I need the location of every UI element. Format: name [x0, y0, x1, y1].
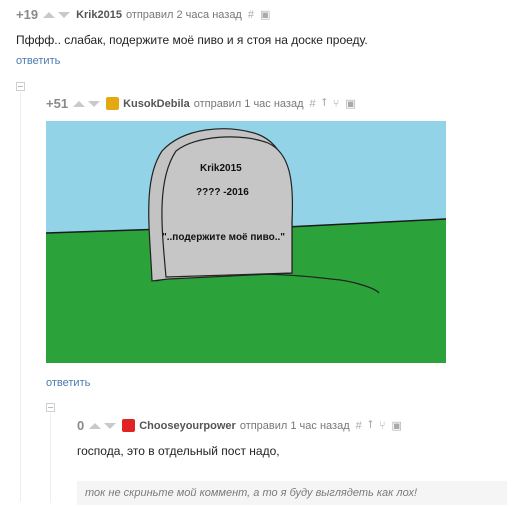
- comment-header: 0 Chooseyourpower отправил 1 час назад #…: [77, 418, 402, 433]
- save-icon[interactable]: ▣: [260, 8, 270, 21]
- vote-controls: [43, 11, 71, 18]
- rating: +19: [16, 7, 39, 22]
- save-icon[interactable]: ▣: [392, 419, 402, 432]
- comment-header: +19 Krik2015 отправил 2 часа назад # ▣: [16, 7, 270, 22]
- vote-controls: [73, 100, 101, 107]
- thread-line: [20, 92, 21, 502]
- parent-arrow-icon[interactable]: ⭡: [322, 97, 327, 110]
- tomb-quote: "..подержите моё пиво..": [162, 232, 285, 243]
- upvote-icon[interactable]: [73, 100, 86, 107]
- comment-meta: отправил 1 час назад: [239, 419, 350, 432]
- thread-line: [50, 413, 51, 503]
- parent-arrow-icon[interactable]: ⭡: [368, 419, 373, 432]
- comment-meta: отправил 2 часа назад: [125, 8, 242, 21]
- vote-controls: [89, 422, 117, 429]
- tomb-dates: ???? -2016: [196, 187, 249, 198]
- comment-header: +51 KusokDebila отправил 1 час назад # ⭡…: [46, 96, 356, 111]
- avatar[interactable]: [122, 419, 136, 432]
- hash-icon[interactable]: #: [356, 420, 362, 432]
- rating: 0: [77, 418, 85, 433]
- reply-link[interactable]: ответить: [16, 55, 60, 67]
- hash-icon[interactable]: #: [248, 9, 254, 21]
- author-name[interactable]: KusokDebila: [123, 98, 190, 110]
- avatar[interactable]: [106, 97, 120, 110]
- comment-text: господа, это в отдельный пост надо,: [77, 444, 280, 458]
- branch-icon[interactable]: ⑂: [379, 420, 386, 432]
- comment-meta: отправил 1 час назад: [193, 97, 304, 110]
- upvote-icon[interactable]: [43, 11, 56, 18]
- collapse-toggle[interactable]: [46, 403, 55, 412]
- branch-icon[interactable]: ⑂: [333, 98, 340, 110]
- tombstone-front: [161, 136, 294, 278]
- rating: +51: [46, 96, 69, 111]
- downvote-icon[interactable]: [104, 422, 117, 429]
- quote-block: ток не скриньте мой коммент, а то я буду…: [77, 481, 507, 505]
- upvote-icon[interactable]: [89, 422, 102, 429]
- downvote-icon[interactable]: [58, 11, 71, 18]
- comment-image[interactable]: Krik2015 ???? -2016 "..подержите моё пив…: [45, 121, 447, 363]
- tomb-name: Krik2015: [200, 163, 242, 174]
- reply-link[interactable]: ответить: [46, 377, 90, 389]
- collapse-toggle[interactable]: [16, 82, 25, 91]
- author-name[interactable]: Krik2015: [76, 9, 122, 21]
- hash-icon[interactable]: #: [310, 98, 316, 110]
- save-icon[interactable]: ▣: [345, 97, 355, 110]
- comment-text: Пффф.. слабак, подержите моё пиво и я ст…: [16, 33, 368, 47]
- downvote-icon[interactable]: [88, 100, 101, 107]
- author-name[interactable]: Chooseyourpower: [139, 420, 236, 432]
